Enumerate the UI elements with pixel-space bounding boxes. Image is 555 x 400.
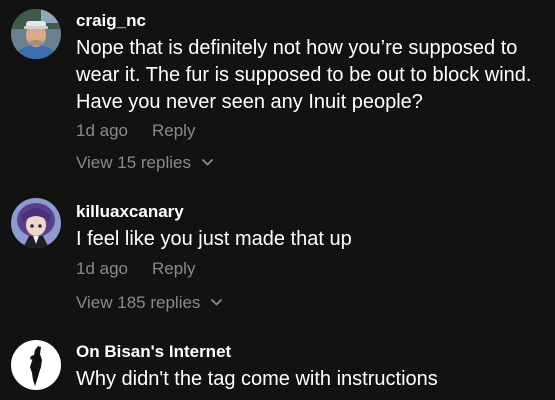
- reply-button[interactable]: Reply: [152, 121, 195, 141]
- comment-username[interactable]: craig_nc: [76, 11, 146, 31]
- view-replies-label: View 185 replies: [76, 293, 201, 312]
- chevron-down-icon: [201, 159, 213, 166]
- comment-timestamp: 1d ago: [76, 259, 128, 278]
- comment-username[interactable]: On Bisan's Internet: [76, 342, 231, 362]
- reply-button[interactable]: Reply: [152, 259, 195, 279]
- anime-character-avatar-icon: [11, 198, 61, 248]
- comment-text-line: Nope that is definitely not how you’re s…: [76, 37, 518, 59]
- map-silhouette-avatar-icon: [11, 340, 61, 390]
- user-avatar[interactable]: [11, 340, 61, 390]
- comment-text-line: I feel like you just made that up: [76, 228, 352, 250]
- view-replies-button[interactable]: View 185 replies: [76, 293, 223, 313]
- view-replies-label: View 15 replies: [76, 153, 191, 172]
- comment-timestamp: 1d ago: [76, 121, 128, 140]
- comment-feed: craig_nc Nope that is definitely not how…: [0, 0, 555, 400]
- comment-text-line: wear it. The fur is supposed to be out t…: [76, 64, 532, 86]
- view-replies-button[interactable]: View 15 replies: [76, 153, 213, 173]
- man-with-cap-avatar-icon: [11, 9, 61, 59]
- comment-username[interactable]: killuaxcanary: [76, 202, 184, 222]
- user-avatar[interactable]: [11, 9, 61, 59]
- comment-text-line: Have you never seen any Inuit people?: [76, 91, 423, 113]
- comment-text-line: Why didn't the tag come with instruction…: [76, 368, 438, 390]
- chevron-down-icon: [211, 299, 223, 306]
- user-avatar[interactable]: [11, 198, 61, 248]
